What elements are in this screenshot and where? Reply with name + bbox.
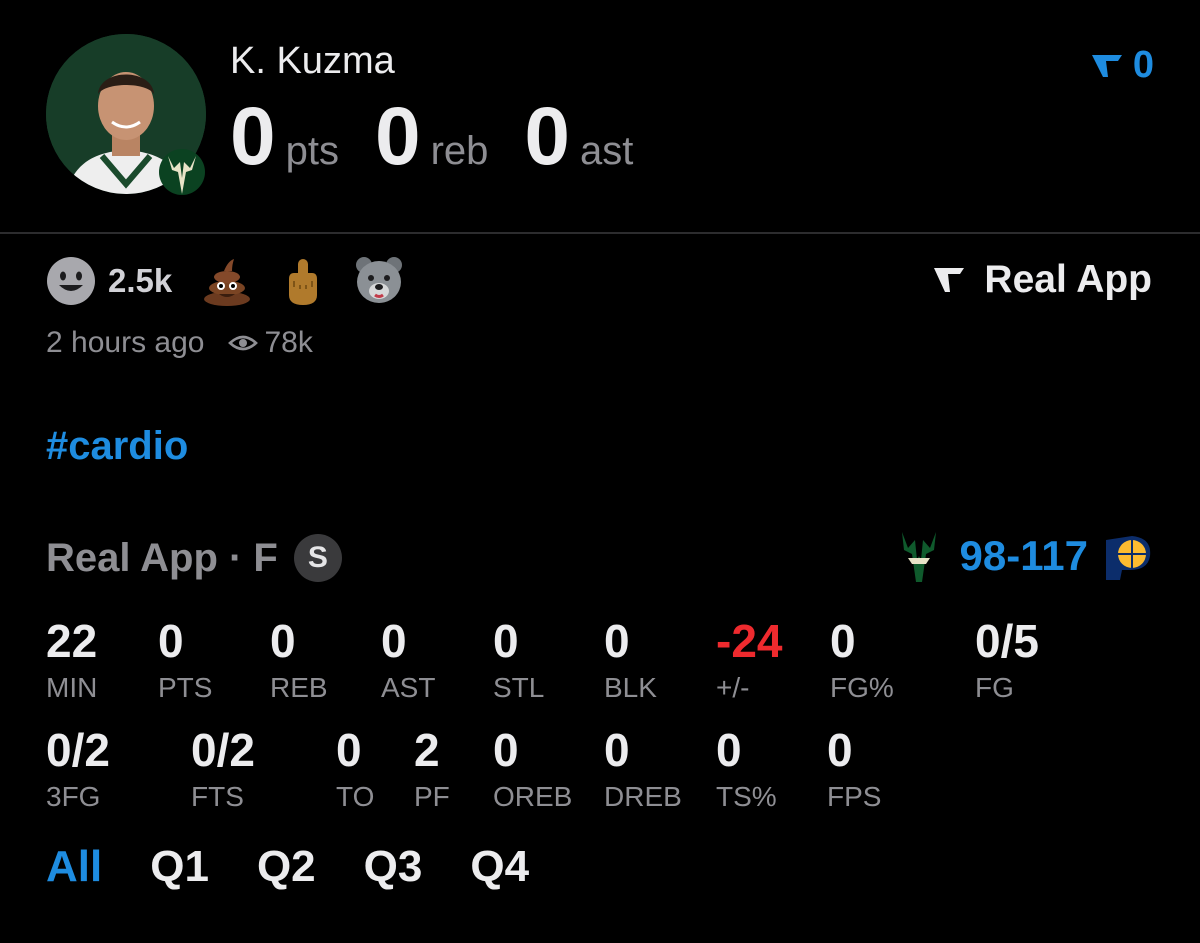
middle-finger-emoji-icon[interactable] bbox=[278, 255, 328, 307]
headline-reb-unit: reb bbox=[430, 129, 489, 173]
stat-fts: 0/2 FTS bbox=[191, 727, 255, 813]
stat-value: 0 bbox=[827, 724, 853, 776]
stat-label: OREB bbox=[493, 781, 573, 812]
headline-pts-value: 0 bbox=[230, 91, 276, 182]
tab-all[interactable]: All bbox=[46, 842, 102, 892]
stat-value: 0 bbox=[830, 615, 856, 667]
stat-value: 0 bbox=[381, 615, 407, 667]
stat-label: MIN bbox=[46, 672, 98, 703]
headline-stats: 0 pts 0 reb 0 ast bbox=[230, 96, 669, 178]
stat-label: AST bbox=[381, 672, 436, 703]
stat-blk: 0 BLK bbox=[604, 618, 657, 704]
stat-label: FPS bbox=[827, 781, 882, 812]
bucks-logo-icon bbox=[901, 532, 936, 582]
stat-value: -24 bbox=[716, 615, 783, 667]
stat-reb: 0 REB bbox=[270, 618, 328, 704]
stat-value: 0/5 bbox=[975, 615, 1039, 667]
divider bbox=[0, 232, 1200, 234]
stat-label: PTS bbox=[158, 672, 213, 703]
stat-ast: 0 AST bbox=[381, 618, 435, 704]
stat-label: 3FG bbox=[46, 781, 101, 812]
stat-oreb: 0 OREB bbox=[493, 727, 572, 813]
tab-q2[interactable]: Q2 bbox=[257, 842, 316, 892]
stat-value: 0/2 bbox=[46, 724, 110, 776]
stat-label: DREB bbox=[604, 781, 682, 812]
hashtag-link[interactable]: #cardio bbox=[46, 424, 188, 469]
pacers-logo-icon bbox=[1106, 536, 1151, 580]
post-screen: K. Kuzma 0 pts 0 reb 0 ast 0 2.5k Real A… bbox=[0, 0, 1200, 943]
real-app-link-label: Real App bbox=[984, 258, 1152, 301]
stat-3fg: 0/2 3FG bbox=[46, 727, 110, 813]
stat-value: 0 bbox=[493, 615, 519, 667]
reactions-bar[interactable]: 2.5k bbox=[46, 254, 430, 308]
smiley-icon[interactable] bbox=[46, 256, 96, 306]
vote-counter[interactable]: 0 bbox=[1089, 44, 1154, 87]
stat-pts: 0 PTS bbox=[158, 618, 212, 704]
real-app-logo-icon bbox=[934, 268, 965, 292]
stat-label: FG% bbox=[830, 672, 894, 703]
stat-value: 0 bbox=[336, 724, 362, 776]
score-value: 98-117 bbox=[959, 532, 1088, 579]
stat-value: 0 bbox=[270, 615, 296, 667]
stat-label: FTS bbox=[191, 781, 244, 812]
post-time: 2 hours ago bbox=[46, 326, 205, 359]
reaction-count: 2.5k bbox=[108, 262, 173, 299]
stat-fg: 0/5 FG bbox=[975, 618, 1039, 704]
stat-min: 22 MIN bbox=[46, 618, 97, 704]
vote-count: 0 bbox=[1132, 44, 1154, 86]
poop-emoji-icon[interactable] bbox=[202, 255, 252, 307]
status-chip: S bbox=[293, 534, 342, 582]
headline-ast-unit: ast bbox=[580, 129, 634, 173]
tab-q4[interactable]: Q4 bbox=[470, 842, 529, 892]
view-count: 78k bbox=[228, 326, 313, 360]
period-tabs: All Q1 Q2 Q3 Q4 bbox=[46, 842, 577, 892]
player-name[interactable]: K. Kuzma bbox=[230, 40, 395, 83]
tab-q3[interactable]: Q3 bbox=[364, 842, 423, 892]
stat-fps: 0 FPS bbox=[827, 727, 881, 813]
game-score[interactable]: 98-117 bbox=[896, 528, 1154, 584]
stat-plus-minus: -24 +/- bbox=[716, 618, 782, 704]
stat-fg-pct: 0 FG% bbox=[830, 618, 894, 704]
stat-value: 0 bbox=[604, 615, 630, 667]
real-app-link[interactable]: Real App bbox=[932, 258, 1152, 302]
stat-label: +/- bbox=[716, 672, 750, 703]
stat-label: PF bbox=[414, 781, 450, 812]
stat-value: 0 bbox=[716, 724, 742, 776]
view-count-value: 78k bbox=[264, 326, 313, 359]
stat-ts-pct: 0 TS% bbox=[716, 727, 777, 813]
stat-pf: 2 PF bbox=[414, 727, 450, 813]
headline-pts-unit: pts bbox=[285, 129, 339, 173]
stat-value: 0/2 bbox=[191, 724, 255, 776]
post-meta: 2 hours ago 78k bbox=[46, 326, 313, 360]
stat-dreb: 0 DREB bbox=[604, 727, 682, 813]
tab-q1[interactable]: Q1 bbox=[150, 842, 209, 892]
bucks-logo-icon bbox=[159, 149, 205, 195]
stat-label: TO bbox=[336, 781, 375, 812]
stat-value: 2 bbox=[414, 724, 440, 776]
headline-reb-value: 0 bbox=[374, 91, 421, 182]
game-label-text: Real App · F bbox=[46, 535, 278, 580]
stat-value: 0 bbox=[604, 724, 630, 776]
stat-value: 22 bbox=[46, 615, 98, 667]
stat-value: 0 bbox=[493, 724, 519, 776]
game-label[interactable]: Real App · F S bbox=[46, 534, 342, 582]
headline-ast-value: 0 bbox=[524, 91, 570, 182]
stat-to: 0 TO bbox=[336, 727, 374, 813]
stat-value: 0 bbox=[158, 615, 184, 667]
stat-label: STL bbox=[493, 672, 545, 703]
stat-label: TS% bbox=[716, 781, 777, 812]
stat-label: FG bbox=[975, 672, 1014, 703]
bear-emoji-icon[interactable] bbox=[354, 255, 404, 307]
real-app-logo-icon bbox=[1091, 54, 1122, 77]
eye-icon bbox=[228, 335, 259, 351]
stat-label: BLK bbox=[604, 672, 657, 703]
stat-label: REB bbox=[270, 672, 328, 703]
stat-stl: 0 STL bbox=[493, 618, 544, 704]
